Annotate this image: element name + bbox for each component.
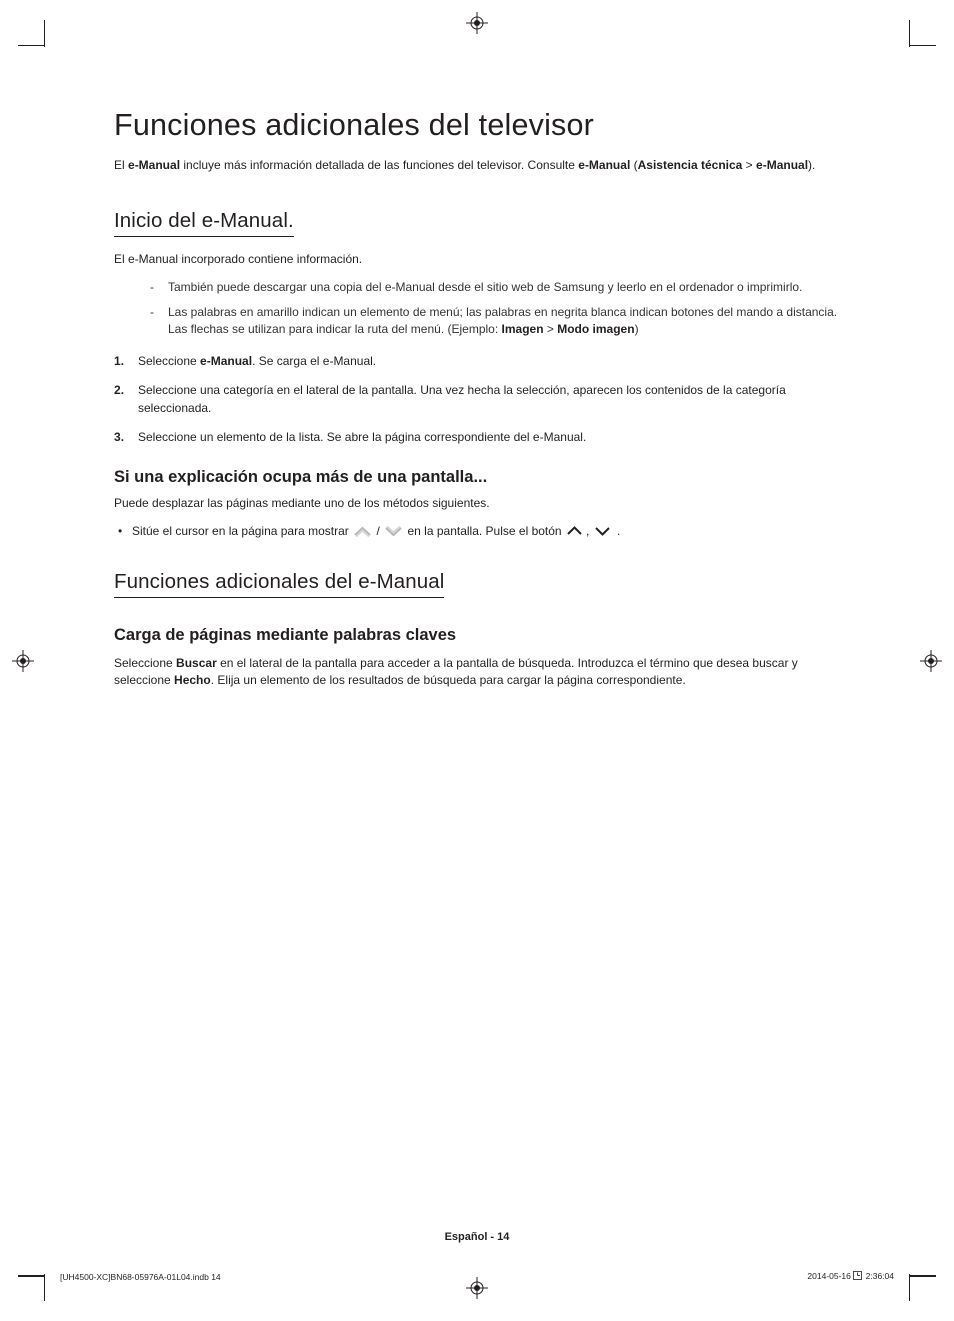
page-footer: Español - 14	[0, 1231, 954, 1243]
step-item: Seleccione un elemento de la lista. Se a…	[114, 429, 840, 446]
note-item: Las palabras en amarillo indican un elem…	[150, 304, 840, 339]
keywords-paragraph: Seleccione Buscar en el lateral de la pa…	[114, 655, 840, 690]
chevron-up-icon	[567, 526, 584, 537]
registration-mark-icon	[466, 12, 488, 34]
clock-icon	[853, 1271, 862, 1282]
section-heading-inicio: Inicio del e-Manual.	[114, 209, 294, 237]
note-item: También puede descargar una copia del e-…	[150, 279, 840, 296]
print-slug-datetime: 2014-05-16 2:36:04	[807, 1271, 894, 1282]
registration-mark-icon	[920, 650, 942, 672]
page-title: Funciones adicionales del televisor	[114, 108, 840, 143]
chevron-down-soft-icon	[385, 526, 402, 537]
step-item: Seleccione una categoría en el lateral d…	[114, 382, 840, 417]
section1-notes: También puede descargar una copia del e-…	[150, 279, 840, 339]
bullet-item: Sitúe el cursor en la página para mostra…	[114, 523, 840, 540]
subsection-heading-scroll: Si una explicación ocupa más de una pant…	[114, 468, 840, 487]
scroll-methods: Sitúe el cursor en la página para mostra…	[114, 523, 840, 540]
scroll-description: Puede desplazar las páginas mediante uno…	[114, 495, 840, 512]
registration-mark-icon	[466, 1277, 488, 1299]
section1-lead: El e-Manual incorporado contiene informa…	[114, 251, 840, 268]
print-slug-file: [UH4500-XC]BN68-05976A-01L04.indb 14	[60, 1272, 221, 1282]
step-item: Seleccione e-Manual. Se carga el e-Manua…	[114, 353, 840, 370]
intro-paragraph: El e-Manual incluye más información deta…	[114, 157, 840, 173]
steps-list: Seleccione e-Manual. Se carga el e-Manua…	[114, 353, 840, 447]
registration-mark-icon	[12, 650, 34, 672]
subsection-heading-keywords: Carga de páginas mediante palabras clave…	[114, 626, 840, 645]
chevron-up-soft-icon	[354, 526, 371, 537]
chevron-down-icon	[595, 526, 612, 537]
section-heading-funciones: Funciones adicionales del e-Manual	[114, 570, 444, 598]
